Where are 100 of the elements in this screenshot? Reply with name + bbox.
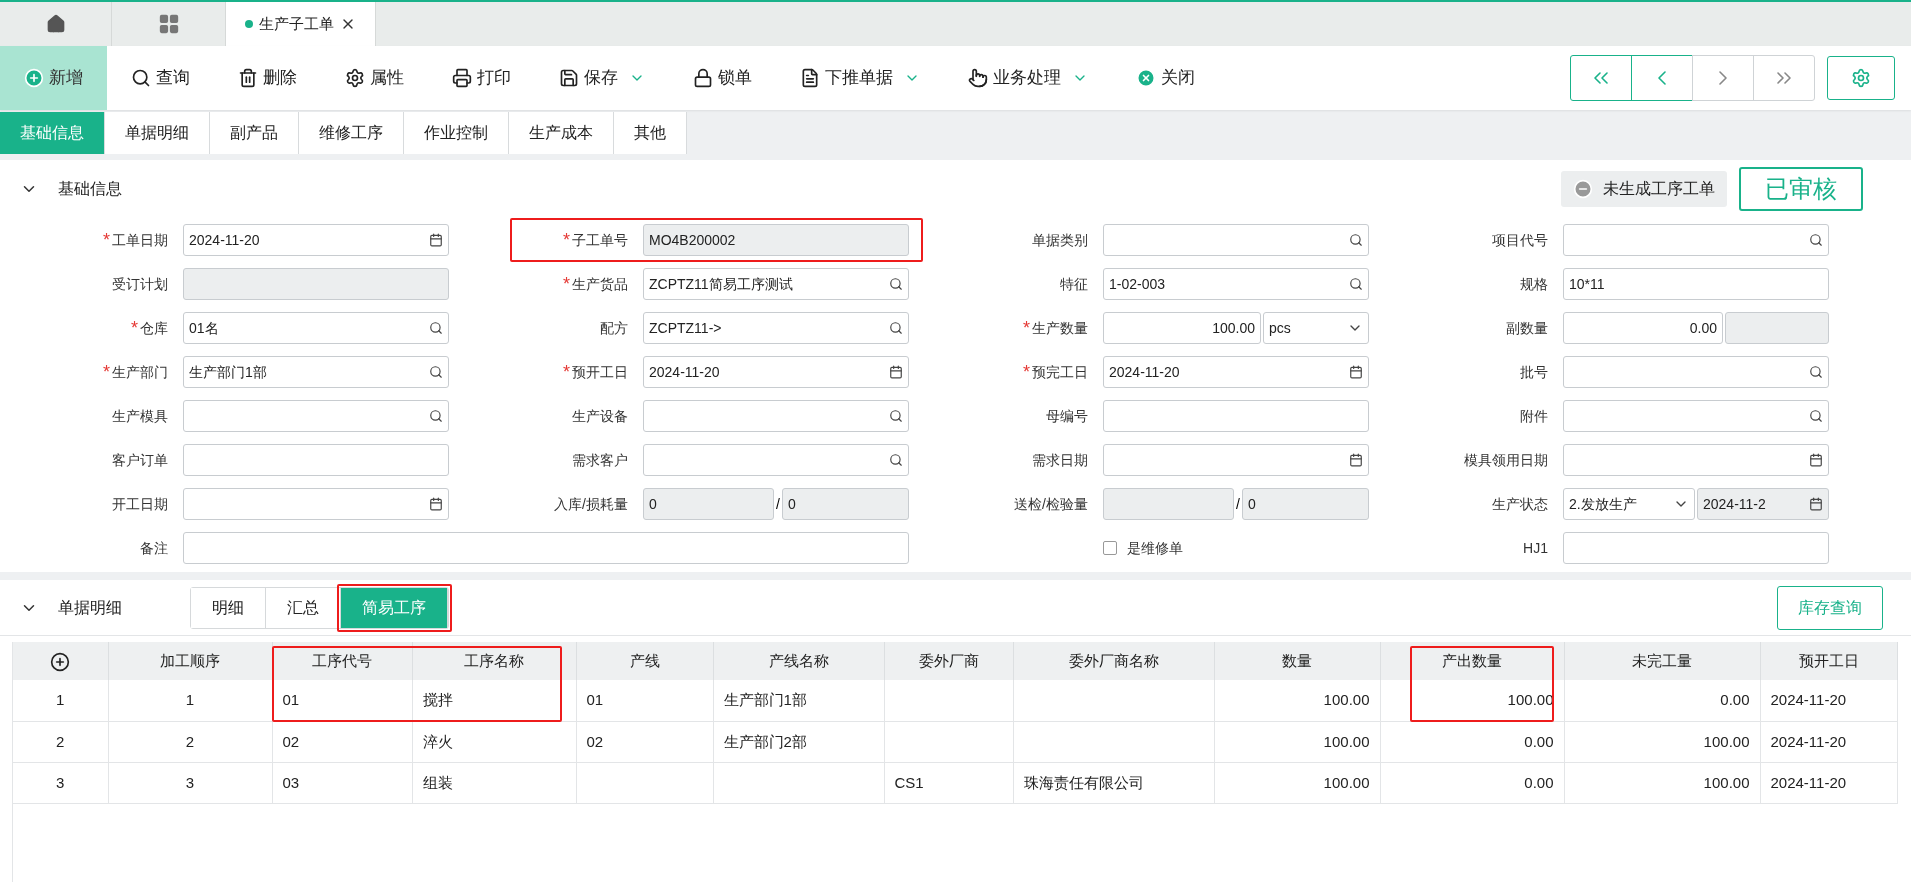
required-mark: * [103, 231, 110, 249]
search-icon[interactable] [889, 277, 903, 291]
field-value: 2024-11-20 [1109, 362, 1180, 382]
input-field[interactable] [1563, 400, 1829, 432]
calendar-icon[interactable] [1809, 453, 1823, 467]
field-label: 配方 [600, 318, 628, 338]
input-field[interactable] [1103, 444, 1369, 476]
field-label: 子工单号 [572, 230, 628, 250]
quantity-field[interactable]: 0.00 [1563, 312, 1723, 344]
table-cell: 0.00 [1524, 732, 1554, 750]
search-icon[interactable] [1349, 277, 1363, 291]
search-icon[interactable] [1809, 233, 1823, 247]
calendar-icon[interactable] [889, 365, 903, 379]
input-field[interactable] [183, 400, 449, 432]
field-value: ZCPTZ11-> [649, 318, 722, 338]
search-icon[interactable] [1809, 409, 1823, 423]
input-field[interactable] [1563, 356, 1829, 388]
calendar-icon[interactable] [1809, 497, 1823, 511]
add-row-button[interactable] [50, 651, 71, 672]
settings-button[interactable] [1827, 56, 1895, 100]
table-cell: 100.00 [1703, 732, 1750, 750]
toolbar-button[interactable]: 保存 [535, 46, 669, 110]
input-field[interactable] [1103, 400, 1369, 432]
field-label: 单据类别 [1032, 230, 1088, 250]
search-icon[interactable] [429, 321, 443, 335]
toolbar-button[interactable]: 删除 [214, 46, 321, 110]
field-label: 规格 [1520, 274, 1548, 294]
column-header: 工序名称 [464, 652, 524, 669]
input-field[interactable]: 01名 [183, 312, 449, 344]
field-label: 预完工日 [1032, 362, 1088, 382]
chevron-left-icon [1658, 71, 1666, 85]
input-field[interactable] [1103, 488, 1234, 520]
section-title: 单据明细 [58, 597, 123, 618]
search-icon[interactable] [889, 453, 903, 467]
input-field[interactable] [183, 268, 449, 300]
input-field[interactable]: 2024-11-20 [183, 224, 449, 256]
section-tab[interactable]: 其他 [614, 112, 687, 154]
page-tab[interactable]: 生产子工单 [226, 2, 376, 46]
calendar-icon[interactable] [429, 497, 443, 511]
toolbar-button[interactable]: 属性 [321, 46, 428, 110]
calendar-icon[interactable] [1349, 453, 1363, 467]
table-cell: 2024-11-20 [1770, 773, 1847, 791]
first-page-button[interactable] [1570, 55, 1632, 101]
input-field[interactable]: MO4B200002 [643, 224, 909, 256]
input-field[interactable] [183, 444, 449, 476]
input-field[interactable] [1563, 532, 1829, 564]
field-value: 2024-11-20 [649, 362, 720, 382]
input-field[interactable]: 10*11 [1563, 268, 1829, 300]
date-field[interactable]: 2024-11-2 [1697, 488, 1829, 520]
input-field[interactable]: 2024-11-20 [1103, 356, 1369, 388]
required-mark: * [563, 275, 570, 293]
input-field[interactable]: 生产部门1部 [183, 356, 449, 388]
search-icon[interactable] [1809, 365, 1823, 379]
search-icon[interactable] [889, 409, 903, 423]
search-icon[interactable] [1349, 233, 1363, 247]
input-field[interactable]: ZCPTZ11-> [643, 312, 909, 344]
unit-select[interactable]: pcs [1263, 312, 1369, 344]
section-tab[interactable]: 生产成本 [509, 112, 614, 154]
required-mark: * [1023, 319, 1030, 337]
toolbar-button[interactable]: 关闭 [1112, 46, 1219, 110]
quantity-field[interactable]: 100.00 [1103, 312, 1261, 344]
search-icon[interactable] [429, 409, 443, 423]
input-field[interactable]: 1-02-003 [1103, 268, 1369, 300]
input-field[interactable] [183, 532, 909, 564]
status-select[interactable]: 2.发放生产 [1563, 488, 1695, 520]
input-field[interactable]: 0 [781, 488, 909, 520]
field-value: ZCPTZ11简易工序测试 [649, 274, 793, 294]
input-field[interactable]: 2024-11-20 [643, 356, 909, 388]
calendar-icon[interactable] [429, 233, 443, 247]
input-field[interactable]: 0 [643, 488, 774, 520]
input-field[interactable] [643, 444, 909, 476]
previous-button[interactable] [1631, 55, 1693, 101]
row-number: 1 [56, 691, 65, 709]
toolbar-button[interactable]: 锁单 [669, 46, 776, 110]
detail-tab[interactable]: 明细 [191, 587, 266, 628]
input-field[interactable] [643, 400, 909, 432]
search-icon[interactable] [889, 321, 903, 335]
section-tab[interactable]: 副产品 [210, 112, 299, 154]
input-field[interactable] [183, 488, 449, 520]
section-tab[interactable]: 作业控制 [404, 112, 509, 154]
field-value: MO4B200002 [649, 230, 736, 250]
calendar-icon[interactable] [1349, 365, 1363, 379]
input-field[interactable] [1563, 224, 1829, 256]
input-field[interactable]: 0 [1241, 488, 1369, 520]
toolbar-button[interactable]: 业务处理 [944, 46, 1112, 110]
input-field[interactable] [1103, 224, 1369, 256]
section-tab[interactable]: 维修工序 [299, 112, 404, 154]
input-field[interactable] [1563, 444, 1829, 476]
toolbar-button[interactable]: 查询 [107, 46, 214, 110]
toolbar-button[interactable]: 新增 [0, 46, 107, 110]
approved-stamp: 已审核 [1739, 167, 1863, 211]
double-chevron-left-icon [1594, 71, 1608, 85]
input-field[interactable]: ZCPTZ11简易工序测试 [643, 268, 909, 300]
table-cell: 3 [185, 773, 195, 791]
toolbar-button[interactable]: 打印 [428, 46, 535, 110]
toolbar-button[interactable]: 下推单据 [776, 46, 944, 110]
search-icon[interactable] [429, 365, 443, 379]
table-cell: 02 [586, 732, 604, 750]
checkbox[interactable] [1103, 541, 1117, 555]
section-tab[interactable]: 单据明细 [105, 112, 210, 154]
